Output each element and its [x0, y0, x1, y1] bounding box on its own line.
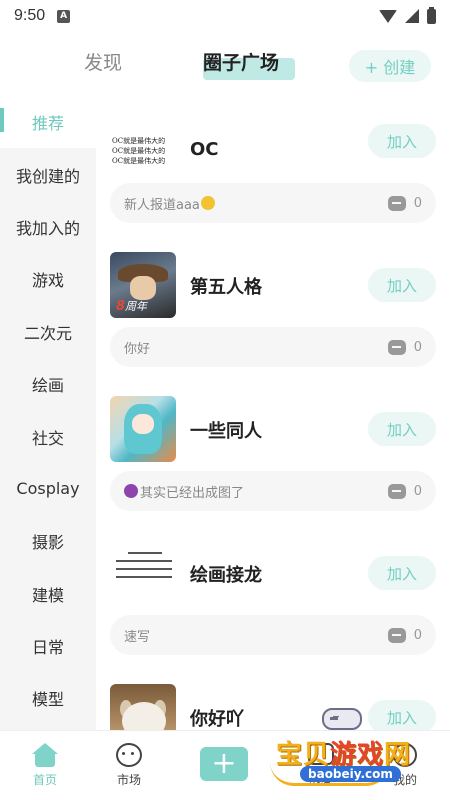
planet-icon [116, 743, 142, 767]
sidebar-item-cosplay[interactable]: Cosplay [0, 463, 96, 515]
sidebar-item-games[interactable]: 游戏 [0, 253, 96, 305]
tab-discover[interactable]: 发现 [84, 48, 122, 75]
circle-name: 第五人格 [190, 277, 262, 298]
status-time: 9:50 [14, 7, 46, 24]
thumb-text-line: OC就是最伟大的 [112, 147, 166, 155]
category-sidebar: 推荐 我创建的 我加入的 游戏 二次元 绘画 社交 Cosplay 摄影 建模 … [0, 96, 96, 730]
comment-count-value: 0 [413, 339, 422, 355]
notification-icon: A [57, 9, 71, 23]
sidebar-item-modeling[interactable]: 建模 [0, 568, 96, 620]
circle-card-hello[interactable]: 你好吖 加入 [96, 682, 450, 730]
join-button[interactable]: 加入 [368, 700, 436, 730]
latest-post-text: 你好 [124, 341, 151, 357]
profile-icon [393, 743, 417, 767]
circle-list: OC就是最伟大的 OC就是最伟大的 OC就是最伟大的 OC 加入 新人报道aaa… [96, 96, 450, 730]
sidebar-item-joined[interactable]: 我加入的 [0, 201, 96, 253]
battery-icon [427, 6, 436, 24]
nav-market[interactable]: 市场 [84, 731, 174, 800]
latest-post-bar[interactable]: 其实已经出成图了 0 [110, 471, 436, 511]
status-indicators [379, 6, 436, 24]
latest-post-text: 其实已经出成图了 [140, 485, 245, 501]
circle-name: OC [190, 139, 219, 160]
home-icon [32, 743, 58, 767]
create-circle-button[interactable]: + 创建 [349, 50, 431, 82]
comment-count-value: 0 [413, 627, 422, 643]
anniversary-badge: 8周年 [116, 299, 148, 314]
grin-emoji-icon [200, 196, 215, 210]
circle-card-doujin[interactable]: 一些同人 加入 其实已经出成图了 0 [96, 394, 450, 514]
nav-messages-label: 消息 [308, 771, 333, 785]
join-button[interactable]: 加入 [368, 412, 436, 446]
comment-icon [387, 483, 406, 499]
bottom-navigation: 首页 市场 + 消息 我的 [0, 730, 450, 800]
tab-circle-square[interactable]: 圈子广场 [203, 48, 279, 75]
circle-thumbnail [110, 540, 176, 606]
sidebar-item-painting[interactable]: 绘画 [0, 358, 96, 410]
thumb-text-line: OC就是最伟大的 [112, 157, 166, 165]
join-button[interactable]: 加入 [368, 124, 436, 158]
sidebar-item-models[interactable]: 模型 [0, 672, 96, 724]
signal-icon [405, 9, 419, 23]
sidebar-item-photography[interactable]: 摄影 [0, 515, 96, 567]
nav-market-label: 市场 [116, 773, 141, 787]
comment-count-value: 0 [413, 195, 422, 211]
comment-icon [387, 195, 406, 211]
latest-post-bar[interactable]: 速写 0 [110, 615, 436, 655]
comment-icon [387, 339, 406, 355]
circle-card-oc[interactable]: OC就是最伟大的 OC就是最伟大的 OC就是最伟大的 OC 加入 新人报道aaa… [96, 106, 450, 226]
circle-name: 一些同人 [190, 421, 262, 442]
devil-emoji-icon [124, 484, 138, 498]
latest-post-text: 新人报道aaa [124, 197, 200, 213]
latest-post-bar[interactable]: 你好 0 [110, 327, 436, 367]
circle-card-identity-v[interactable]: 8周年 第五人格 加入 你好 0 [96, 250, 450, 370]
join-button[interactable]: 加入 [368, 556, 436, 590]
top-header: 发现 圈子广场 + 创建 [0, 36, 450, 92]
comment-count-value: 0 [413, 483, 422, 499]
nav-home[interactable]: 首页 [0, 731, 90, 800]
circle-thumbnail: OC就是最伟大的 OC就是最伟大的 OC就是最伟大的 [110, 118, 176, 184]
circle-name: 绘画接龙 [190, 565, 262, 586]
comment-count: 0 [387, 627, 422, 643]
sidebar-item-social[interactable]: 社交 [0, 410, 96, 462]
sidebar-item-acg[interactable]: 二次元 [0, 306, 96, 358]
sidebar-item-recommend[interactable]: 推荐 [0, 96, 96, 149]
circle-thumbnail [110, 684, 176, 730]
nav-messages[interactable]: 消息 [276, 731, 366, 800]
comment-count: 0 [387, 483, 422, 499]
message-icon [308, 743, 334, 765]
wifi-icon [379, 9, 397, 23]
comment-count: 0 [387, 195, 422, 211]
publish-add-button[interactable]: + [200, 747, 248, 781]
join-button[interactable]: 加入 [368, 268, 436, 302]
nav-profile-label: 我的 [392, 773, 417, 787]
circle-card-drawing-relay[interactable]: 绘画接龙 加入 速写 0 [96, 538, 450, 658]
nav-profile[interactable]: 我的 [360, 731, 450, 800]
sidebar-item-daily[interactable]: 日常 [0, 620, 96, 672]
sidebar-item-created[interactable]: 我创建的 [0, 148, 96, 200]
comment-count: 0 [387, 339, 422, 355]
status-bar: 9:50 A [0, 0, 450, 32]
comment-icon [387, 627, 406, 643]
latest-post-bar[interactable]: 新人报道aaa 0 [110, 183, 436, 223]
nav-home-label: 首页 [32, 773, 57, 787]
circle-thumbnail [110, 396, 176, 462]
circle-name: 你好吖 [190, 709, 244, 730]
thumb-text-line: OC就是最伟大的 [112, 137, 166, 145]
latest-post-text: 速写 [124, 629, 151, 645]
circle-thumbnail: 8周年 [110, 252, 176, 318]
